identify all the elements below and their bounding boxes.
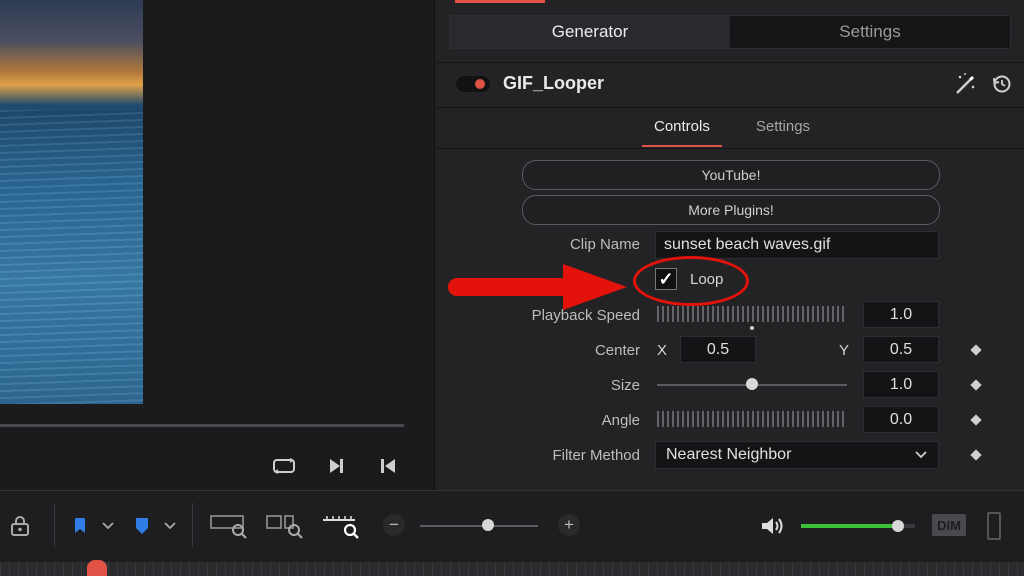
volume-knob[interactable] [892,520,904,532]
size-field[interactable]: 1.0 [863,371,939,398]
dim-button[interactable]: DIM [932,514,966,536]
playback-speed-jog[interactable] [657,306,847,322]
viewer-scrub-bar[interactable] [0,424,404,427]
panel-toggle-icon[interactable] [987,512,1001,540]
size-label: Size [610,377,640,394]
blue-marker-icon[interactable] [132,514,152,538]
loop-icon[interactable] [270,452,298,480]
tab-generator[interactable]: Generator [450,16,730,48]
lock-icon[interactable] [6,512,34,540]
blue-flag-icon[interactable] [70,514,90,538]
tab-settings[interactable]: Settings [730,16,1010,48]
reset-icon[interactable] [988,70,1016,98]
zoom-full-icon[interactable] [208,510,250,542]
center-x-field[interactable]: 0.5 [680,336,756,363]
inspector-mode-tabs: Generator Settings [449,15,1011,49]
more-plugins-button[interactable]: More Plugins! [522,195,940,225]
filter-method-label: Filter Method [552,447,640,464]
filter-method-select[interactable]: Nearest Neighbor [655,441,939,469]
chevron-down-icon[interactable] [160,516,180,536]
center-y-field[interactable]: 0.5 [863,336,939,363]
chevron-down-icon [915,451,927,459]
jog-center-dot [750,326,754,330]
angle-field[interactable]: 0.0 [863,406,939,433]
volume-fill [801,524,898,528]
zoom-slider-knob[interactable] [482,519,494,531]
zoom-out-button[interactable]: − [383,514,405,536]
timeline-ruler[interactable] [0,562,1024,576]
youtube-button[interactable]: YouTube! [522,160,940,190]
zoom-detail-icon[interactable] [264,510,306,542]
annotation-arrow [448,264,627,310]
zoom-custom-icon[interactable] [320,510,362,542]
panel-accent-bar [455,0,545,3]
playhead[interactable] [87,560,107,576]
filter-method-value: Nearest Neighbor [666,446,792,463]
separator [192,503,193,547]
angle-label: Angle [601,412,640,429]
clip-name-field[interactable]: sunset beach waves.gif [655,231,939,259]
speaker-icon[interactable] [758,512,788,540]
size-slider-knob[interactable] [746,378,758,390]
preview-waves-texture [0,110,143,404]
tab-sub-settings[interactable]: Settings [744,116,822,147]
zoom-slider-track[interactable] [420,525,538,527]
magic-wand-icon[interactable] [950,70,980,98]
inspector-sub-tabs: Controls Settings [642,116,822,147]
next-frame-icon[interactable] [322,452,350,480]
center-y-label: Y [839,342,850,359]
go-to-start-icon[interactable] [374,452,402,480]
playback-speed-field[interactable]: 1.0 [863,301,939,328]
toggle-indicator [475,79,485,89]
clip-name-label: Clip Name [569,236,640,253]
annotation-circle [633,256,749,306]
angle-jog[interactable] [657,411,847,427]
tab-controls[interactable]: Controls [642,116,722,147]
center-x-label: X [657,342,668,359]
chevron-down-icon[interactable] [98,516,118,536]
separator [54,503,55,547]
playback-speed-label: Playback Speed [531,307,640,324]
center-label: Center [594,342,640,359]
node-title: GIF_Looper [503,73,605,93]
zoom-in-button[interactable]: + [558,514,580,536]
divider [434,148,1024,149]
